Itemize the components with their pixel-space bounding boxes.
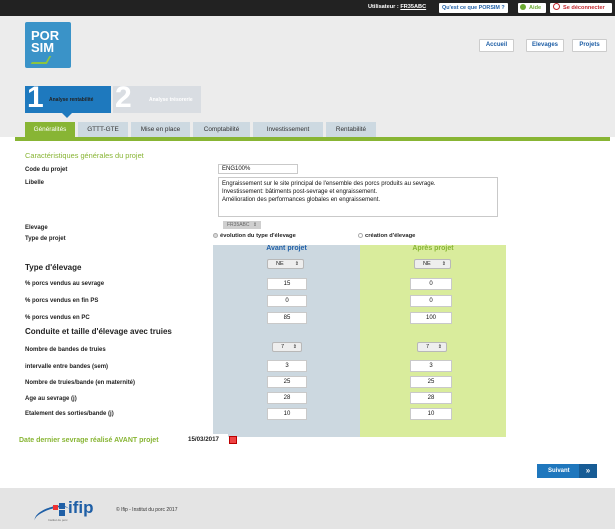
logout-label: Se déconnecter: [563, 5, 605, 11]
nav-projets-button[interactable]: Projets: [572, 39, 607, 52]
chevron-updown-icon: ⇕: [437, 344, 442, 350]
logo-square-icon: [53, 505, 58, 510]
tab-rentabilite[interactable]: Rentabilité: [326, 122, 376, 137]
step-analyse-rentabilite[interactable]: 1 Analyse rentabilité: [25, 81, 111, 118]
ifip-logo: ifip Institut du porc: [32, 497, 104, 529]
bandes-before-select[interactable]: 7 ⇕: [272, 342, 302, 352]
conduite-label: Conduite et taille d'élevage avec truies: [25, 327, 172, 336]
calendar-icon[interactable]: [229, 436, 237, 444]
date-label: Date dernier sevrage réalisé AVANT proje…: [19, 437, 159, 444]
step-label: Analyse trésorerie: [149, 97, 193, 103]
intervalle-before-input[interactable]: 3: [267, 360, 307, 372]
vendus-fin-ps-after-input[interactable]: 0: [410, 295, 452, 307]
tab-generalites[interactable]: Généralités: [25, 122, 75, 137]
chevron-updown-icon: ⇕: [252, 222, 258, 228]
help-icon: [520, 4, 526, 10]
chevron-updown-icon: ⇕: [294, 261, 299, 267]
column-after-header: Après projet: [412, 245, 454, 252]
type-elevage-label: Type d'élevage: [25, 263, 82, 272]
code-input[interactable]: ENG100%: [218, 164, 298, 174]
logout-button[interactable]: Se déconnecter: [550, 3, 612, 13]
user-name[interactable]: FR35ABC: [400, 4, 426, 10]
libelle-line: Investissement: bâtiments post-sevrage e…: [222, 189, 378, 195]
step-number: 1: [27, 81, 44, 114]
steps-bar: 1 Analyse rentabilité 2 Analyse trésorer…: [0, 76, 615, 121]
row-label: intervalle entre bandes (sem): [25, 364, 109, 370]
type-projet-label: Type de projet: [25, 236, 66, 242]
vendus-pc-before-input[interactable]: 85: [267, 312, 307, 324]
truies-bande-before-input[interactable]: 25: [267, 376, 307, 388]
nav-accueil-button[interactable]: Accueil: [479, 39, 514, 52]
radio-circle-icon: [213, 233, 218, 238]
header: POR SIM Accueil Elevages Projets: [0, 16, 615, 76]
step-label: Analyse rentabilité: [49, 97, 94, 103]
user-info: Utilisateur : FR35ABC: [368, 4, 426, 10]
step-analyse-tresorerie[interactable]: 2 Analyse trésorerie: [113, 81, 201, 114]
tab-investissement[interactable]: Investissement: [253, 122, 323, 137]
power-icon: [553, 3, 560, 10]
radio-creation[interactable]: création d'élevage: [358, 233, 415, 239]
date-input[interactable]: 15/03/2017: [186, 434, 228, 446]
vendus-pc-after-input[interactable]: 100: [410, 312, 452, 324]
elevage-select[interactable]: FR35ABC ⇕: [223, 221, 261, 229]
tab-gttt-gte[interactable]: GTTT-GTE: [78, 122, 128, 137]
step-pointer-icon: [62, 113, 72, 118]
tab-comptabilite[interactable]: Comptabilité: [193, 122, 250, 137]
nav-elevages-button[interactable]: Elevages: [526, 39, 564, 52]
bandes-after-select[interactable]: 7 ⇕: [417, 342, 447, 352]
logo-subtitle: Institut du porc: [48, 518, 68, 522]
next-label: Suivant: [548, 468, 570, 474]
age-sevrage-before-input[interactable]: 28: [267, 392, 307, 404]
row-label: % porcs vendus en PC: [25, 315, 90, 321]
libelle-line: Amélioration des performances globales e…: [222, 197, 381, 203]
elevage-label: Elevage: [25, 225, 48, 231]
step-number: 2: [115, 81, 132, 114]
type-elevage-after-select[interactable]: NE ⇕: [414, 259, 451, 269]
chevron-updown-icon: ⇕: [292, 344, 297, 350]
row-label: Nombre de truies/bande (en maternité): [25, 380, 136, 386]
column-before-header: Avant projet: [266, 245, 307, 252]
bandes-label: Nombre de bandes de truies: [25, 347, 106, 353]
radio-circle-icon: [358, 233, 363, 238]
row-label: % porcs vendus au sevrage: [25, 281, 105, 287]
age-sevrage-after-input[interactable]: 28: [410, 392, 452, 404]
section-title: Caractéristiques générales du projet: [25, 151, 144, 160]
logo-square-icon: [59, 503, 65, 509]
intervalle-after-input[interactable]: 3: [410, 360, 452, 372]
logo-swoosh-icon: [30, 56, 52, 64]
logo-swoosh-icon: [32, 501, 72, 529]
help-button[interactable]: Aide: [518, 3, 546, 13]
libelle-label: Libelle: [25, 180, 45, 186]
logo-word: ifip: [68, 498, 94, 517]
etalement-before-input[interactable]: 10: [267, 408, 307, 420]
vendus-sevrage-before-input[interactable]: 15: [267, 278, 307, 290]
logo-square-icon: [59, 510, 65, 516]
help-label: Aide: [529, 5, 542, 11]
libelle-line: Engraissement sur le site principal de l…: [222, 181, 436, 187]
chevron-updown-icon: ⇕: [441, 261, 446, 267]
logo-line2: SIM: [30, 41, 71, 66]
user-label: Utilisateur :: [368, 4, 399, 10]
what-is-porsim-button[interactable]: Qu'est ce que PORSIM ?: [439, 3, 508, 13]
next-button[interactable]: Suivant »: [537, 464, 597, 478]
vendus-fin-ps-before-input[interactable]: 0: [267, 295, 307, 307]
row-label: Age au sevrage (j): [25, 396, 77, 402]
tab-bar: Généralités GTTT-GTE Mise en place Compt…: [0, 121, 615, 137]
footer: ifip Institut du porc © Ifip - Institut …: [0, 488, 615, 529]
vendus-sevrage-after-input[interactable]: 0: [410, 278, 452, 290]
copyright: © Ifip - Institut du porc 2017: [116, 507, 178, 513]
libelle-textarea[interactable]: Engraissement sur le site principal de l…: [218, 177, 498, 217]
tab-mise-en-place[interactable]: Mise en place: [131, 122, 190, 137]
row-label: % porcs vendus en fin PS: [25, 298, 99, 304]
type-elevage-before-select[interactable]: NE ⇕: [267, 259, 304, 269]
double-chevron-right-icon: »: [579, 464, 597, 478]
etalement-after-input[interactable]: 10: [410, 408, 452, 420]
radio-evolution[interactable]: évolution du type d'élevage: [213, 233, 296, 239]
porsim-logo[interactable]: POR SIM: [25, 22, 71, 68]
top-bar: Utilisateur : FR35ABC Qu'est ce que PORS…: [0, 0, 615, 16]
truies-bande-after-input[interactable]: 25: [410, 376, 452, 388]
code-label: Code du projet: [25, 167, 68, 173]
row-label: Etalement des sorties/bande (j): [25, 411, 114, 417]
